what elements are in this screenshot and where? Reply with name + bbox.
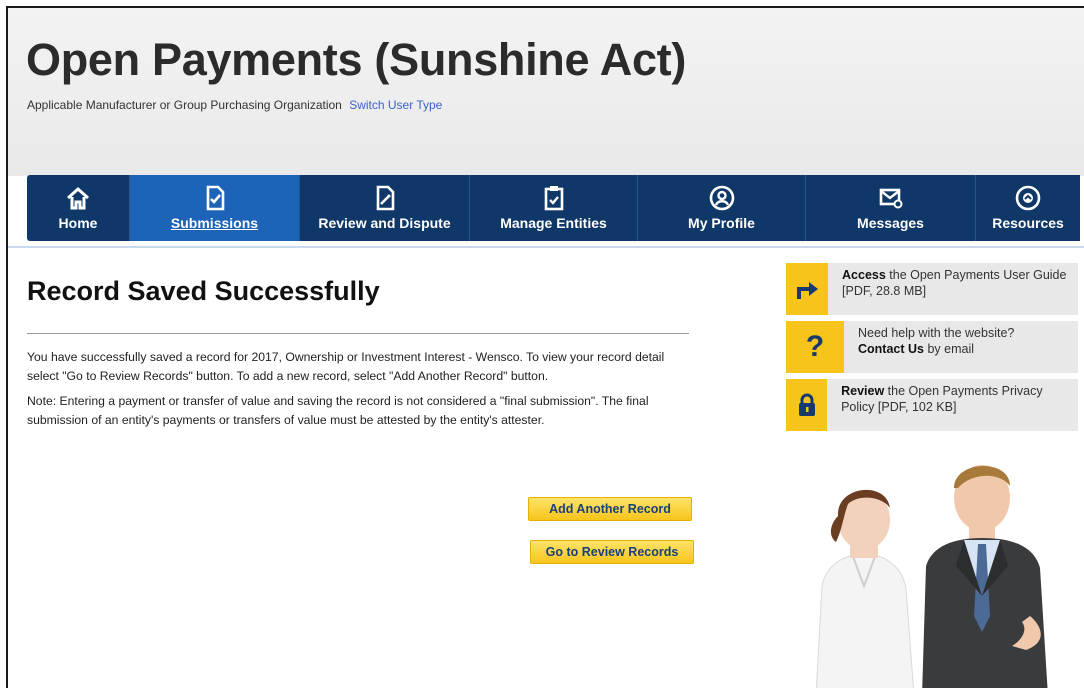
- add-another-record-button[interactable]: Add Another Record: [528, 497, 692, 521]
- nav-my-profile-label: My Profile: [688, 215, 755, 231]
- title-divider: [27, 333, 689, 334]
- nav-review-dispute[interactable]: Review and Dispute: [300, 175, 470, 241]
- site-header: Open Payments (Sunshine Act) Applicable …: [8, 8, 1084, 176]
- submission-note: Note: Entering a payment or transfer of …: [27, 394, 649, 427]
- user-guide-box[interactable]: Access the Open Payments User Guide [PDF…: [786, 263, 1078, 315]
- contact-us-label: by email: [923, 342, 975, 356]
- privacy-policy-box[interactable]: Review the Open Payments Privacy Policy …: [786, 379, 1078, 431]
- user-type-line: Applicable Manufacturer or Group Purchas…: [27, 98, 442, 112]
- staff-photo: [786, 446, 1078, 688]
- question-icon: ?: [786, 321, 844, 373]
- help-question: Need help with the website?: [858, 326, 1015, 340]
- privacy-bold: Review: [841, 384, 885, 398]
- chevron-up-circle-icon: [1014, 184, 1042, 212]
- switch-user-type-link[interactable]: Switch User Type: [349, 98, 442, 112]
- privacy-policy-text: Review the Open Payments Privacy Policy …: [827, 379, 1078, 431]
- nav-messages-label: Messages: [857, 215, 924, 231]
- main-content: Record Saved Successfully You have succe…: [27, 270, 695, 430]
- user-guide-bold: Access: [842, 268, 886, 282]
- lock-icon: [786, 379, 828, 431]
- user-circle-icon: [708, 184, 736, 212]
- nav-divider: [8, 246, 1084, 248]
- nav-my-profile[interactable]: My Profile: [638, 175, 806, 241]
- nav-review-dispute-label: Review and Dispute: [318, 215, 451, 231]
- share-arrow-icon: [786, 263, 829, 315]
- nav-resources[interactable]: Resources: [976, 175, 1080, 241]
- home-icon: [64, 184, 92, 212]
- nav-home[interactable]: Home: [27, 175, 130, 241]
- nav-home-label: Home: [58, 215, 98, 231]
- document-check-icon: [201, 184, 229, 212]
- nav-messages[interactable]: Messages: [806, 175, 976, 241]
- nav-manage-entities[interactable]: Manage Entities: [470, 175, 638, 241]
- contact-us-text: Need help with the website? Contact Us b…: [844, 321, 1024, 373]
- page-frame: Open Payments (Sunshine Act) Applicable …: [6, 6, 1084, 688]
- document-edit-icon: [371, 184, 399, 212]
- contact-us-bold: Contact Us: [858, 342, 924, 356]
- user-type-label: Applicable Manufacturer or Group Purchas…: [27, 98, 342, 112]
- contact-us-box[interactable]: ? Need help with the website? Contact Us…: [786, 321, 1078, 373]
- nav-manage-entities-label: Manage Entities: [500, 215, 607, 231]
- success-message: You have successfully saved a record for…: [27, 350, 665, 383]
- user-guide-text: Access the Open Payments User Guide [PDF…: [828, 263, 1078, 315]
- sidebar: Access the Open Payments User Guide [PDF…: [786, 263, 1078, 437]
- nav-submissions[interactable]: Submissions: [130, 175, 300, 241]
- nav-submissions-label: Submissions: [170, 215, 259, 231]
- nav-resources-label: Resources: [992, 215, 1064, 231]
- site-title: Open Payments (Sunshine Act): [26, 34, 687, 85]
- clipboard-icon: [540, 184, 568, 212]
- go-to-review-records-button[interactable]: Go to Review Records: [530, 540, 694, 564]
- envelope-icon: [877, 184, 905, 212]
- main-nav: Home Submissions Review and Dispute Mana…: [27, 175, 1080, 241]
- page-title: Record Saved Successfully: [27, 276, 380, 306]
